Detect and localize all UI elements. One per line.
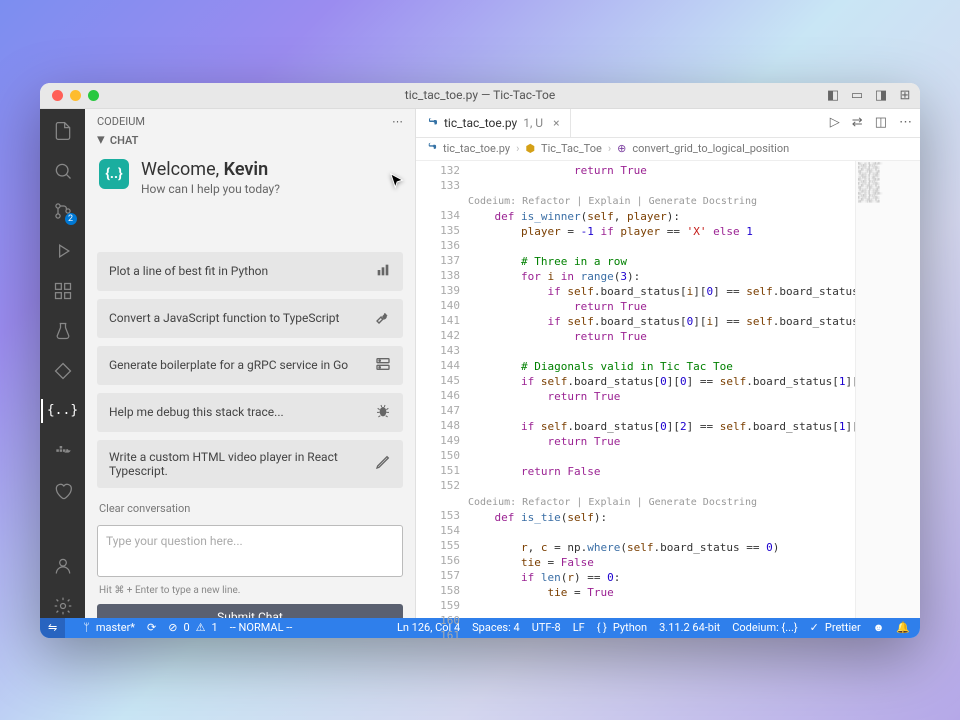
problems[interactable]: ⊘ 0 ⚠ 1 <box>168 621 217 634</box>
side-panel: CODEIUM ⋯ ▶ CHAT {..} Welcome, Kevin How… <box>85 109 416 618</box>
encoding[interactable]: UTF-8 <box>532 621 561 634</box>
sync-icon[interactable]: ⟳ <box>147 621 156 634</box>
eol[interactable]: LF <box>573 621 585 634</box>
server-icon <box>375 356 391 375</box>
panel-bottom-icon[interactable]: ▭ <box>850 88 864 102</box>
run-debug-icon[interactable] <box>51 239 75 263</box>
remote-indicator-icon[interactable]: ⇋ <box>40 618 65 638</box>
close-tab-icon[interactable]: × <box>553 116 559 130</box>
tab-dirty-indicator: 1, U <box>523 116 543 130</box>
code-content[interactable]: return True Codeium: Refactor | Explain … <box>468 161 855 618</box>
tag-icon[interactable] <box>51 359 75 383</box>
window-title: tic_tac_toe.py — Tic-Tac-Toe <box>40 88 920 102</box>
python-file-icon <box>426 142 437 156</box>
source-control-icon[interactable]: 2 <box>51 199 75 223</box>
suggestion-item[interactable]: Help me debug this stack trace... <box>97 393 403 432</box>
account-icon[interactable] <box>51 554 75 578</box>
customize-layout-icon[interactable]: ⊞ <box>898 88 912 102</box>
explorer-icon[interactable] <box>51 119 75 143</box>
line-gutter: 132 133 134 135 136 137 138 139 140 141 … <box>416 161 468 618</box>
vim-mode: -- NORMAL -- <box>230 621 293 634</box>
scm-badge: 2 <box>65 213 77 225</box>
wrench-icon <box>375 309 391 328</box>
testing-icon[interactable] <box>51 319 75 343</box>
code-area[interactable]: 132 133 134 135 136 137 138 139 140 141 … <box>416 161 920 618</box>
suggestion-item[interactable]: Convert a JavaScript function to TypeScr… <box>97 299 403 338</box>
clear-conversation-link[interactable]: Clear conversation <box>85 496 415 521</box>
suggestions-list: Plot a line of best fit in Python Convert… <box>85 244 415 496</box>
chart-bar-icon <box>375 262 391 281</box>
panel-left-icon[interactable]: ◧ <box>826 88 840 102</box>
input-hint: Hit ⌘ + Enter to type a new line. <box>85 581 415 600</box>
git-branch[interactable]: ᛘ master* <box>83 621 135 634</box>
suggestion-item[interactable]: Plot a line of best fit in Python <box>97 252 403 291</box>
extensions-icon[interactable] <box>51 279 75 303</box>
docker-icon[interactable] <box>51 439 75 463</box>
minimap[interactable]: █▓▒░ ▓▒░█ ░▒▓█ ▓█▒░░▒▓ █▓▒ ░█▒▓ ▓▒░█░▒▓ … <box>855 161 920 618</box>
indentation[interactable]: Spaces: 4 <box>472 621 520 634</box>
chevron-down-icon: ▶ <box>95 137 105 144</box>
bug-icon <box>375 403 391 422</box>
layout-controls: ◧ ▭ ◨ ⊞ <box>826 88 912 102</box>
panel-title: CODEIUM <box>97 115 145 128</box>
run-file-icon[interactable]: ▷ <box>830 115 840 130</box>
file-tab[interactable]: tic_tac_toe.py 1, U × <box>416 109 571 137</box>
split-editor-icon[interactable]: ◫ <box>875 115 887 130</box>
suggestion-item[interactable]: Write a custom HTML video player in Reac… <box>97 440 403 488</box>
panel-right-icon[interactable]: ◨ <box>874 88 888 102</box>
breadcrumb[interactable]: tic_tac_toe.py› ⬢Tic_Tac_Toe› ⊕convert_g… <box>416 138 920 161</box>
bell-icon[interactable]: 🔔 <box>896 621 910 634</box>
heart-icon[interactable] <box>51 479 75 503</box>
tabs-bar: tic_tac_toe.py 1, U × ▷ ⇄ ◫ ⋯ <box>416 109 920 138</box>
more-icon[interactable]: ⋯ <box>392 115 403 128</box>
search-icon[interactable] <box>51 159 75 183</box>
settings-gear-icon[interactable] <box>51 594 75 618</box>
prettier-status[interactable]: ✓ Prettier <box>810 621 861 634</box>
activity-bar: 2 {..} <box>40 109 85 618</box>
welcome-block: {..} Welcome, Kevin How can I help you t… <box>85 151 415 204</box>
feedback-icon[interactable]: ☻ <box>873 621 885 634</box>
codeium-icon[interactable]: {..} <box>51 399 75 423</box>
codeium-logo-icon: {..} <box>99 159 129 189</box>
split-compare-icon[interactable]: ⇄ <box>852 115 863 130</box>
tab-filename: tic_tac_toe.py <box>444 116 517 130</box>
window: tic_tac_toe.py — Tic-Tac-Toe ◧ ▭ ◨ ⊞ 2 {… <box>40 83 920 638</box>
welcome-subtitle: How can I help you today? <box>141 182 280 196</box>
language-mode[interactable]: { } Python <box>597 621 647 634</box>
welcome-title: Welcome, Kevin <box>141 159 280 180</box>
titlebar: tic_tac_toe.py — Tic-Tac-Toe ◧ ▭ ◨ ⊞ <box>40 83 920 109</box>
chat-section-header[interactable]: ▶ CHAT <box>85 130 415 151</box>
editor-group: tic_tac_toe.py 1, U × ▷ ⇄ ◫ ⋯ tic_tac_to… <box>416 109 920 618</box>
suggestion-item[interactable]: Generate boilerplate for a gRPC service … <box>97 346 403 385</box>
status-bar: ⇋ ᛘ master* ⟳ ⊘ 0 ⚠ 1 -- NORMAL -- Ln 12… <box>40 618 920 638</box>
python-file-icon <box>426 117 438 129</box>
pencil-icon <box>375 454 391 473</box>
python-interpreter[interactable]: 3.11.2 64-bit <box>659 621 720 634</box>
codeium-status[interactable]: Codeium: {...} <box>732 621 797 634</box>
chat-input[interactable]: Type your question here... <box>97 525 403 577</box>
tab-more-icon[interactable]: ⋯ <box>899 115 912 130</box>
